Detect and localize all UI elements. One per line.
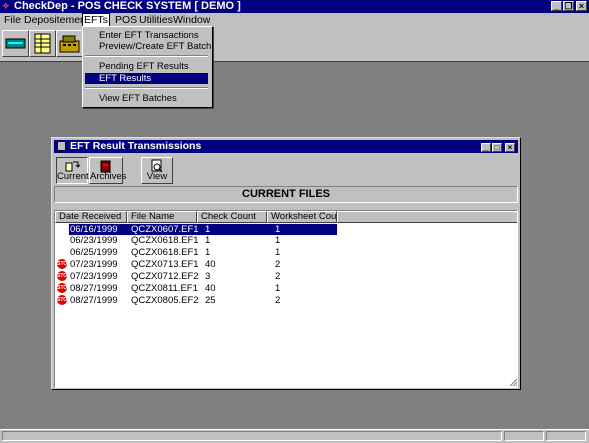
menu-item-preview-create-eft-batch[interactable]: Preview/Create EFT Batch [85,41,211,52]
status-pane-2 [504,431,544,441]
stop-icon: STOP [57,271,71,281]
cell-check-count: 1 [205,247,211,258]
menu-depositement[interactable]: Depositement [23,14,90,26]
cell-file-name: QCZX0618.EF1 [131,235,199,246]
child-minimize-button[interactable]: _ [481,143,491,152]
cell-file-name: QCZX0607.EF1 [131,224,199,235]
stop-icon: STOP [57,259,71,269]
menu-efts[interactable]: EFTs [82,13,110,27]
document-icon[interactable] [57,141,66,151]
efts-dropdown-menu: Enter EFT Transactions Preview/Create EF… [82,26,213,108]
cell-date: 06/16/1999 [70,224,118,235]
view-button[interactable]: View [141,157,173,184]
status-pane-main [2,431,502,441]
current-button[interactable]: Current [56,157,89,184]
table-row[interactable]: STOP 08/27/1999 QCZX0811.EF1 40 1 [55,283,517,294]
cell-worksheet-count: 1 [275,247,281,258]
menu-window[interactable]: Window [172,14,211,26]
ledger-icon [34,33,51,54]
cell-check-count: 3 [205,271,211,282]
cell-file-name: QCZX0618.EF1 [131,247,199,258]
cell-date: 08/27/1999 [70,283,118,294]
ledger-button[interactable] [29,30,56,57]
cell-file-name: QCZX0713.EF1 [131,259,199,270]
cash-register-icon [59,35,80,53]
cell-worksheet-count: 1 [275,283,281,294]
table-row[interactable]: STOP 07/23/1999 QCZX0712.EF2 3 2 [55,271,517,282]
child-window-title: EFT Result Transmissions [70,140,202,152]
table-row[interactable]: 06/16/1999 QCZX0607.EF1 1 1 [55,223,517,236]
column-header-date-received[interactable]: Date Received [55,211,127,223]
card-reader-button[interactable] [2,30,29,57]
child-close-button[interactable]: × [505,143,515,152]
resize-grip-icon[interactable] [509,378,518,387]
child-title-bar[interactable]: EFT Result Transmissions _ □ × [54,140,518,153]
archives-button[interactable]: Archives [89,157,127,184]
cell-worksheet-count: 2 [275,295,281,306]
cell-date: 07/23/1999 [70,271,118,282]
cell-file-name: QCZX0805.EF2 [131,295,199,306]
column-header-file-name[interactable]: File Name [127,211,197,223]
cell-check-count: 1 [205,224,211,235]
status-pane-3 [546,431,586,441]
archives-label: Archives [90,171,127,182]
table-row[interactable]: 06/25/1999 QCZX0618.EF1 1 1 [55,247,517,258]
view-label: View [146,171,168,182]
cell-check-count: 1 [205,235,211,246]
restore-button[interactable]: ❐ [563,1,574,11]
current-files-list[interactable]: Date Received File Name Check Count Work… [54,210,518,388]
cash-register-button[interactable] [56,30,83,57]
cell-date: 08/27/1999 [70,295,118,306]
eft-result-transmissions-window: EFT Result Transmissions _ □ × Current A… [51,137,521,390]
column-header-worksheet-count[interactable]: Worksheet Count [267,211,337,223]
cell-date: 06/23/1999 [70,235,118,246]
column-header-filler [337,211,517,223]
menu-item-view-eft-batches[interactable]: View EFT Batches [85,93,208,104]
menu-bar: File Depositement EFTs POS Utilities Win… [0,13,589,27]
section-title: CURRENT FILES [54,186,518,203]
minimize-button[interactable]: _ [551,1,562,11]
cell-worksheet-count: 1 [275,235,281,246]
menu-file[interactable]: File [3,14,22,26]
menu-item-pending-eft-results[interactable]: Pending EFT Results [85,61,208,72]
table-row[interactable]: STOP 08/27/1999 QCZX0805.EF2 25 2 [55,295,517,306]
table-row[interactable]: STOP 07/23/1999 QCZX0713.EF1 40 2 [55,259,517,270]
app-icon[interactable]: ✧ [2,1,12,11]
card-reader-icon [5,38,26,49]
cell-worksheet-count: 2 [275,271,281,282]
cell-check-count: 25 [205,295,216,306]
cell-check-count: 40 [205,283,216,294]
menu-separator [85,55,208,57]
menu-item-enter-eft-transactions[interactable]: Enter EFT Transactions [85,30,208,41]
child-maximize-button[interactable]: □ [492,143,502,152]
menu-separator [85,87,208,89]
app-title: CheckDep - POS CHECK SYSTEM [ DEMO ] [14,0,241,12]
cell-file-name: QCZX0811.EF1 [131,283,198,294]
cell-date: 07/23/1999 [70,259,118,270]
column-header-check-count[interactable]: Check Count [197,211,267,223]
cell-worksheet-count: 1 [275,224,281,235]
cell-file-name: QCZX0712.EF2 [131,271,199,282]
cell-check-count: 40 [205,259,216,270]
cell-worksheet-count: 2 [275,259,281,270]
stop-icon: STOP [57,295,71,305]
menu-pos[interactable]: POS [114,14,138,26]
menu-utilities[interactable]: Utilities [138,14,174,26]
app-title-bar[interactable]: ✧ CheckDep - POS CHECK SYSTEM [ DEMO ] _… [0,0,589,13]
stop-icon: STOP [57,283,71,293]
table-row[interactable]: 06/23/1999 QCZX0618.EF1 1 1 [55,235,517,246]
current-label: Current [57,171,89,182]
close-button[interactable]: × [576,1,587,11]
menu-item-eft-results[interactable]: EFT Results [85,73,208,84]
status-bar [0,429,589,443]
cell-date: 06/25/1999 [70,247,118,258]
